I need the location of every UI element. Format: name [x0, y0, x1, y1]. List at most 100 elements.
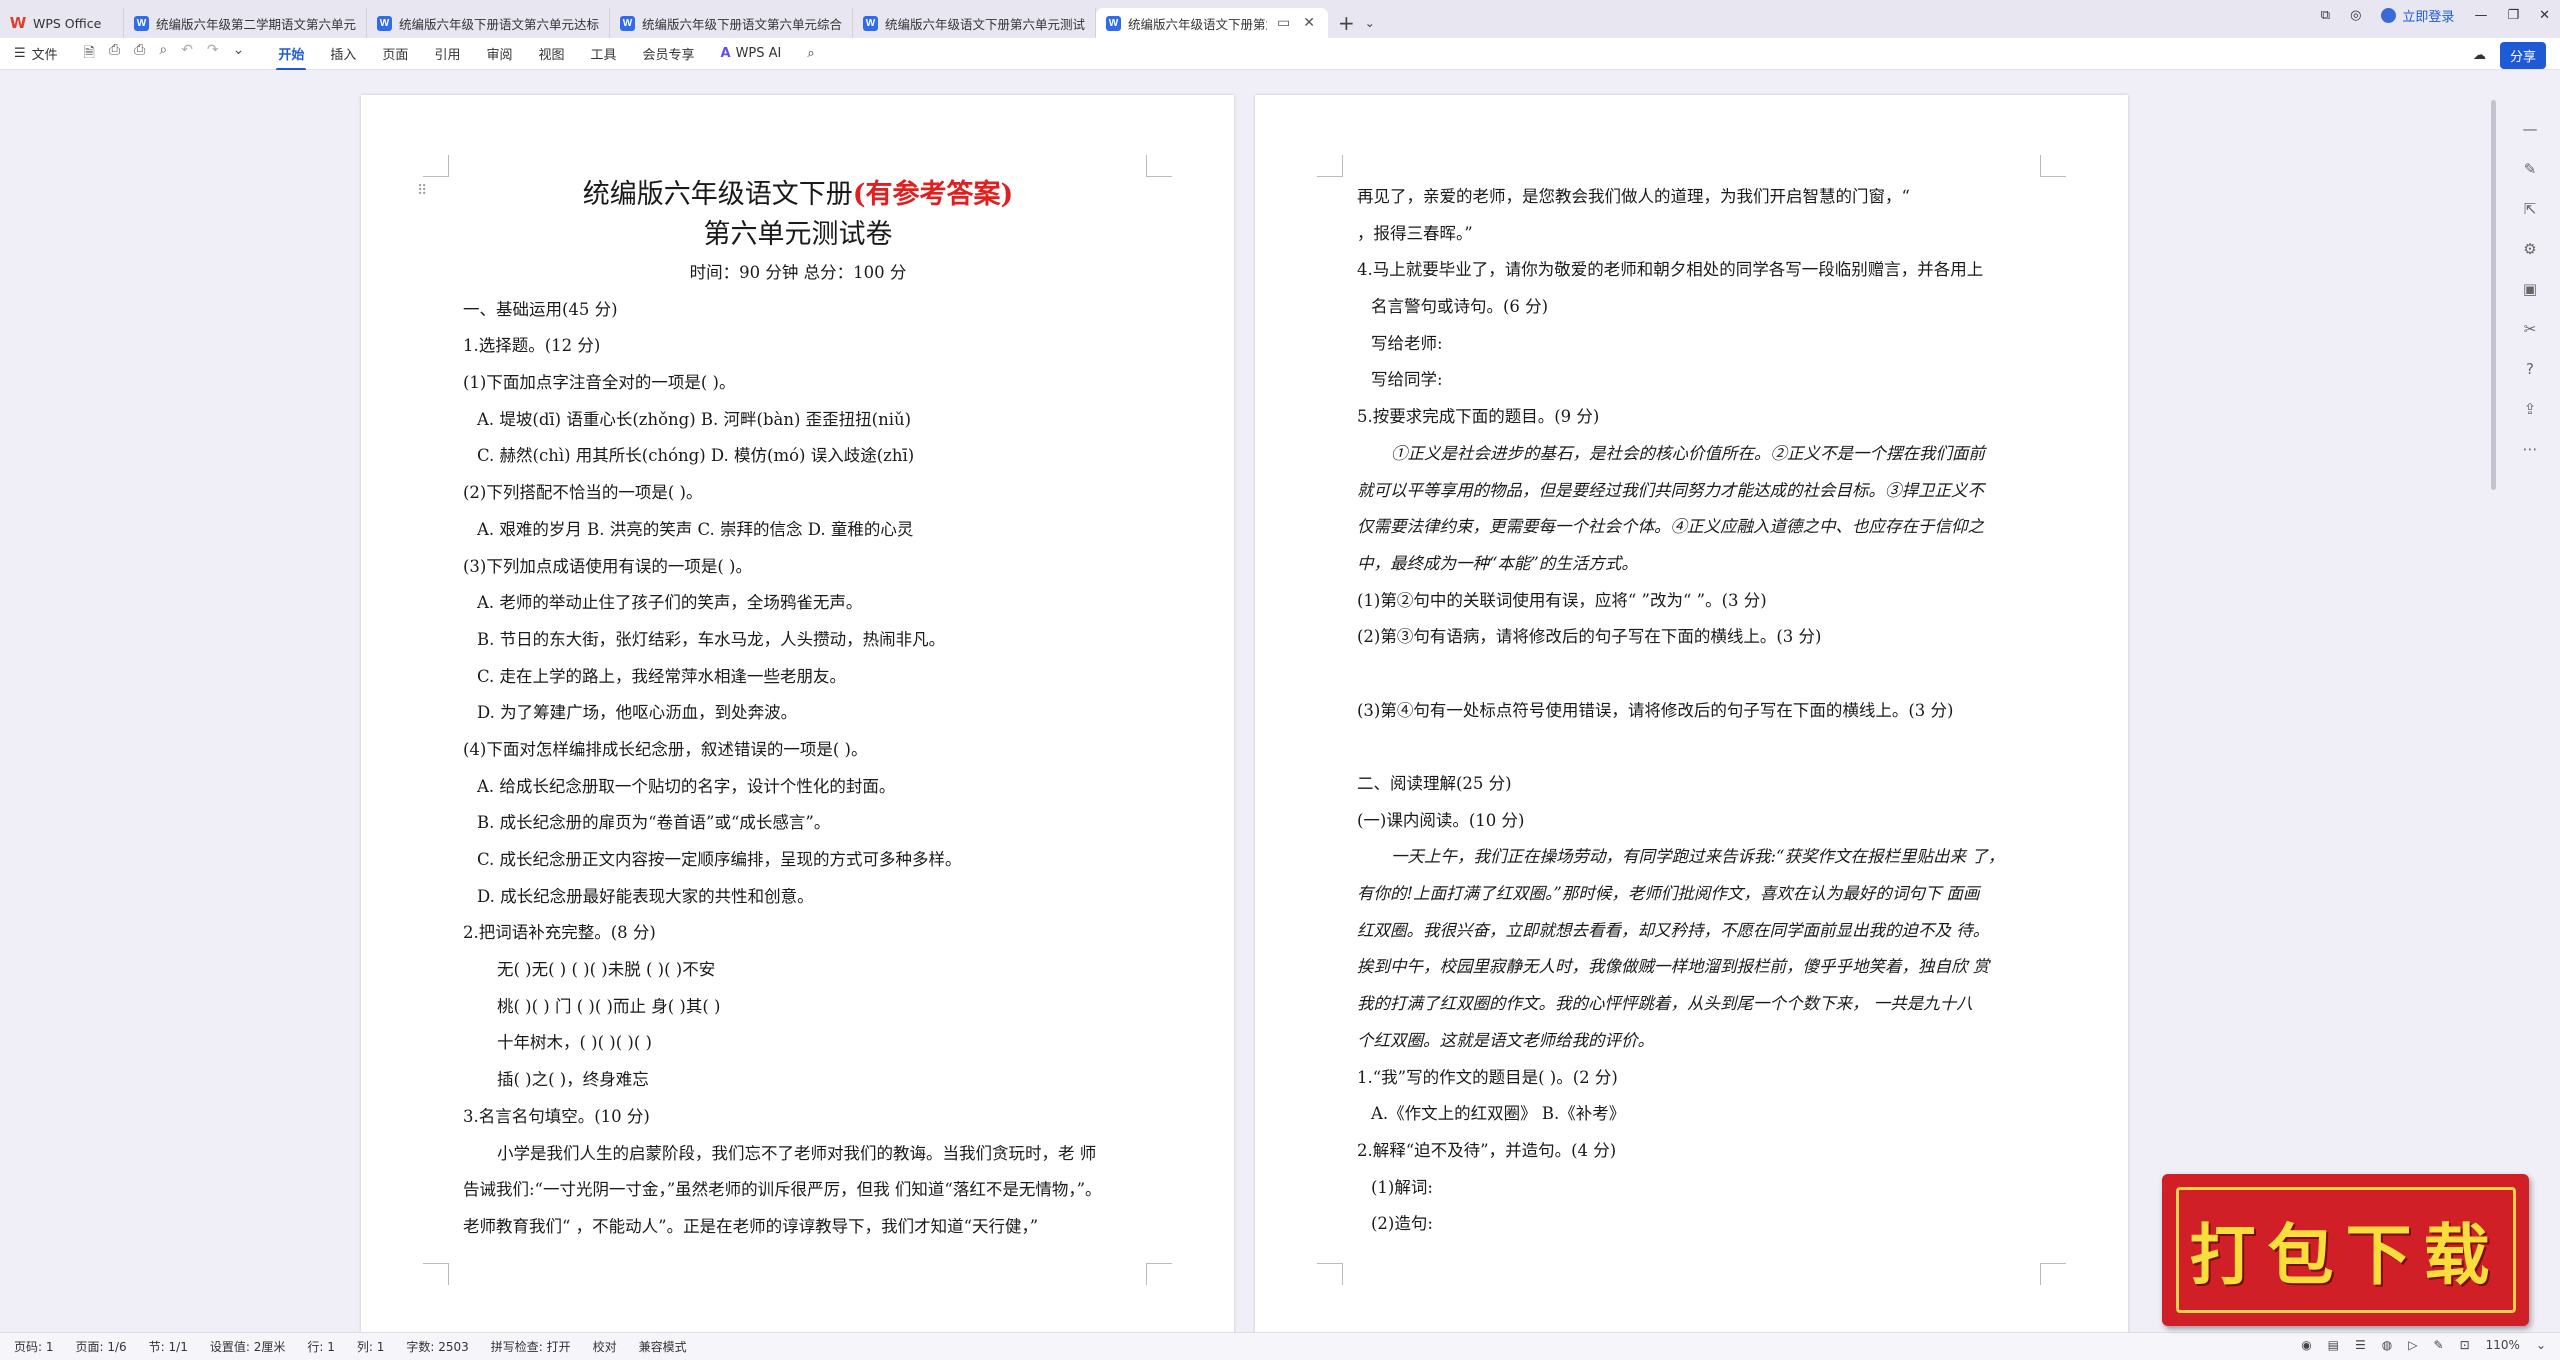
cloud-icon[interactable]: ☁: [2473, 48, 2486, 63]
question-line: 1.“我”写的作文的题目是( )。(2 分): [1357, 1067, 1618, 1087]
status-proofread[interactable]: 校对: [593, 1338, 617, 1355]
adjust-icon[interactable]: ⚙: [2523, 240, 2536, 258]
status-column: 列: 1: [356, 1340, 385, 1354]
search-icon[interactable]: ⌕: [807, 46, 814, 61]
answer-blank: [1357, 656, 2027, 693]
save-icon[interactable]: 🗎: [84, 42, 95, 66]
tab-view[interactable]: 视图: [538, 44, 564, 63]
share-button[interactable]: 分享: [2499, 42, 2546, 69]
passage-line: 仅需要法律约束，更需要每一个社会个体。④正义应融入道德之中、也应存在于信仰之: [1357, 517, 1984, 537]
fill-blank-line: 桃( )( ) 门 ( )( )而止 身( )其( ): [497, 996, 721, 1016]
tools-icon[interactable]: ✂: [2524, 320, 2537, 338]
document-title: 统编版六年级语文下册(有参考答案): [463, 175, 1133, 215]
option-line: B. 节日的东大街，张灯结彩，车水马龙，人头攒动，热闹非凡。: [477, 629, 946, 649]
tab-document-active[interactable]: W 统编版六年级语文下册第六单… ▭ ✕: [1096, 8, 1328, 38]
collapse-icon[interactable]: —: [2523, 120, 2538, 138]
page-view-icon[interactable]: ▤: [2328, 1338, 2339, 1352]
more-icon[interactable]: ⋯: [2523, 440, 2538, 458]
image-icon[interactable]: ▣: [2523, 280, 2537, 298]
tab-review[interactable]: 审阅: [486, 44, 512, 63]
status-section: 节: 1/1: [148, 1340, 188, 1354]
download-banner[interactable]: 打包下载: [2162, 1174, 2529, 1326]
chevron-down-icon[interactable]: ⌄: [1365, 16, 1375, 30]
tab-label: 统编版六年级下册语文第六单元达标…: [399, 16, 599, 32]
title-text: 统编版六年级语文下册: [582, 179, 853, 210]
pen-icon[interactable]: ✎: [2524, 160, 2537, 178]
crop-mark: [1146, 1263, 1172, 1285]
export-icon[interactable]: ⎙: [109, 42, 120, 66]
fill-blank-line: 无( )无( ) ( )( )未脱 ( )( )不安: [497, 960, 716, 980]
zoom-level[interactable]: 110%: [2486, 1338, 2520, 1352]
question-line: 4.马上就要毕业了，请你为敬爱的老师和朝夕相处的同学各写一段临别赠言，并各用上: [1357, 260, 1984, 280]
vertical-scrollbar[interactable]: [2491, 100, 2496, 490]
ribbon-toolbar: ☰ 文件 🗎 ⎙ ⎙ ⌕ ↶ ↷ ⌄ 开始 插入 页面 引用 审阅 视图 工具 …: [0, 38, 2560, 71]
print-preview-icon[interactable]: ⌕: [159, 42, 167, 66]
tab-label: 统编版六年级语文下册第六单元测试…: [885, 16, 1085, 32]
tab-document[interactable]: W 统编版六年级下册语文第六单元综合…: [610, 8, 853, 38]
word-doc-icon: W: [134, 15, 149, 31]
crop-mark: [2040, 1263, 2066, 1285]
wps-ai-button[interactable]: A WPS AI: [721, 46, 782, 61]
tab-document[interactable]: W 统编版六年级第二学期语文第六单元…: [124, 8, 367, 38]
monitor-icon[interactable]: ▭: [1274, 15, 1293, 31]
login-button[interactable]: 立即登录: [2381, 6, 2454, 25]
question-heading: 1.选择题。(12 分): [463, 336, 601, 356]
document-page-1[interactable]: ⠿ 统编版六年级语文下册(有参考答案) 第六单元测试卷 时间：90 分钟 总分：…: [361, 95, 1234, 1335]
menu-icon[interactable]: ☰: [14, 46, 26, 61]
tab-member[interactable]: 会员专享: [643, 44, 695, 63]
download-banner-text: 打包下载: [2175, 1187, 2516, 1313]
document-page-2[interactable]: 再见了，亲爱的老师，是您教会我们做人的道理，为我们开启智慧的门窗，“ ，报得三春…: [1255, 95, 2128, 1335]
section-heading: 一、基础运用(45 分): [463, 299, 618, 319]
drag-handle-icon[interactable]: ⠿: [417, 183, 427, 199]
print-icon[interactable]: ⎙: [134, 42, 145, 66]
status-pages[interactable]: 页面: 1/6: [76, 1338, 127, 1355]
outline-view-icon[interactable]: ☰: [2355, 1338, 2366, 1352]
edit-mode-icon[interactable]: ✎: [2434, 1338, 2444, 1352]
question-line: 2.解释“迫不及待”，并造句。(4 分): [1357, 1140, 1617, 1160]
help-icon[interactable]: ?: [2526, 360, 2534, 378]
web-view-icon[interactable]: ◍: [2382, 1338, 2392, 1352]
status-row: 行: 1: [307, 1340, 335, 1354]
answer-label: 写给老师:: [1371, 333, 1443, 353]
restore-icon[interactable]: ❐: [2507, 8, 2519, 23]
paragraph-line: ，报得三春晖。”: [1357, 223, 1473, 243]
select-icon[interactable]: ⇱: [2524, 200, 2537, 218]
tab-home-ribbon[interactable]: 开始: [276, 44, 307, 71]
passage-line: 红双圈。我很兴奋，立即就想去看看，却又矜持，不愿在同学面前显出我的迫不及 待。: [1357, 920, 1990, 940]
tab-page[interactable]: 页面: [382, 44, 408, 63]
play-icon[interactable]: ▷: [2408, 1338, 2417, 1352]
status-word-count[interactable]: 字数: 2503: [406, 1338, 468, 1355]
new-tab-icon[interactable]: +: [1338, 11, 1355, 35]
undo-icon[interactable]: ↶: [181, 42, 193, 66]
tab-tools[interactable]: 工具: [590, 44, 616, 63]
tab-insert[interactable]: 插入: [330, 44, 356, 63]
redo-icon[interactable]: ↷: [207, 42, 219, 66]
close-icon[interactable]: ✕: [1300, 15, 1318, 31]
eye-icon[interactable]: ◉: [2301, 1338, 2311, 1352]
passage-line: 有你的!上面打满了红双圈。”那时候，老师们批阅作文，喜欢在认为最好的词句下 面画: [1357, 884, 1980, 904]
question-line: (3)第④句有一处标点符号使用错误，请将修改后的句子写在下面的横线上。(3 分): [1357, 700, 1954, 720]
option-line: A. 艰难的岁月 B. 洪亮的笑声 C. 崇拜的信念 D. 童稚的心灵: [477, 519, 914, 539]
question-line: (4)下面对怎样编排成长纪念册，叙述错误的一项是( )。: [463, 739, 868, 759]
zoom-fit-icon[interactable]: ⊡: [2460, 1338, 2470, 1352]
option-line: D. 成长纪念册最好能表现大家的共性和创意。: [477, 886, 814, 906]
status-spellcheck[interactable]: 拼写检查: 打开: [491, 1338, 571, 1355]
close-window-icon[interactable]: ✕: [2539, 8, 2550, 23]
passage-line: ①正义是社会进步的基石，是社会的核心价值所在。②正义不是一个摆在我们面前: [1391, 443, 1985, 463]
file-menu[interactable]: 文件: [32, 44, 58, 63]
tab-document[interactable]: W 统编版六年级语文下册第六单元测试…: [853, 8, 1096, 38]
window-layout-icon[interactable]: ⧉: [2321, 8, 2330, 23]
wps-logo-icon: W: [9, 14, 27, 32]
tab-home[interactable]: W WPS Office: [0, 8, 124, 38]
wps-ai-label: WPS AI: [735, 46, 782, 61]
minimize-icon[interactable]: —: [2474, 8, 2487, 23]
tab-bar: W WPS Office W 统编版六年级第二学期语文第六单元… W 统编版六年…: [0, 0, 2560, 38]
tab-reference[interactable]: 引用: [434, 44, 460, 63]
tab-document[interactable]: W 统编版六年级下册语文第六单元达标…: [367, 8, 610, 38]
chevron-down-icon[interactable]: ⌄: [233, 42, 245, 66]
zoom-dropdown-icon[interactable]: ⌄: [2536, 1338, 2546, 1352]
share-icon[interactable]: ⇪: [2524, 400, 2537, 418]
skin-icon[interactable]: ◎: [2350, 8, 2361, 23]
word-doc-icon: W: [620, 15, 635, 31]
question-line: (2)第③句有语病，请将修改后的句子写在下面的横线上。(3 分): [1357, 627, 1822, 647]
